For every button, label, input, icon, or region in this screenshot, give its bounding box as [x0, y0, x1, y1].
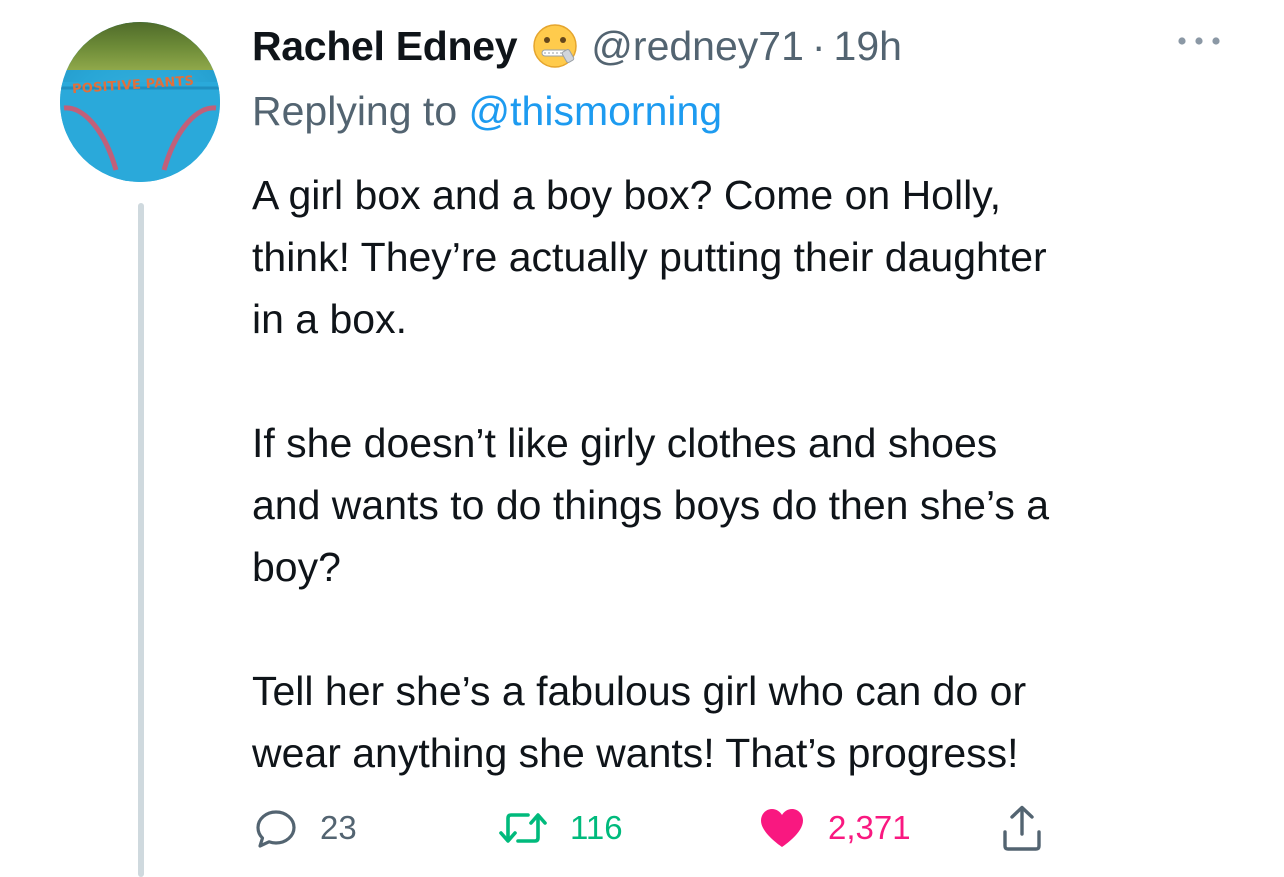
tweet[interactable]: POSITIVE PANTS Rachel Edney @redney71 · … [0, 0, 1284, 877]
reply-button[interactable]: 23 [254, 800, 357, 856]
share-upload-icon [1003, 805, 1041, 851]
reply-mention-link[interactable]: @thismorning [469, 88, 723, 134]
header-separator: · [811, 22, 826, 69]
display-name[interactable]: Rachel Edney [252, 23, 518, 70]
retweet-button[interactable]: 116 [498, 800, 623, 856]
tweet-paragraph: Tell her she’s a fabulous girl who can d… [252, 668, 1027, 776]
tweet-paragraph: A girl box and a boy box? Come on Holly,… [252, 172, 1047, 342]
tweet-header: Rachel Edney @redney71 · 19h [252, 18, 902, 74]
replying-to-label: Replying to [252, 88, 458, 134]
heart-filled-icon [761, 809, 803, 847]
zipper-mouth-face-icon [533, 24, 578, 68]
thread-line [138, 203, 144, 877]
like-count: 2,371 [828, 809, 911, 846]
tweet-body: A girl box and a boy box? Come on Holly,… [252, 164, 1252, 784]
tweet-paragraph: If she doesn’t like girly clothes and sh… [252, 420, 1050, 590]
retweet-count: 116 [570, 809, 623, 846]
action-bar: 23 116 2,371 [0, 800, 1284, 856]
timestamp[interactable]: 19h [834, 23, 902, 70]
avatar[interactable]: POSITIVE PANTS [60, 22, 220, 182]
reply-count: 23 [320, 809, 357, 846]
more-horizontal-icon[interactable] [1174, 26, 1224, 56]
share-button[interactable] [1000, 800, 1044, 856]
user-handle[interactable]: @redney71 [591, 23, 804, 70]
comment-bubble-icon [256, 810, 296, 848]
replying-to: Replying to @thismorning [252, 88, 722, 135]
retweet-arrows-icon [499, 813, 547, 843]
like-button[interactable]: 2,371 [758, 800, 911, 856]
